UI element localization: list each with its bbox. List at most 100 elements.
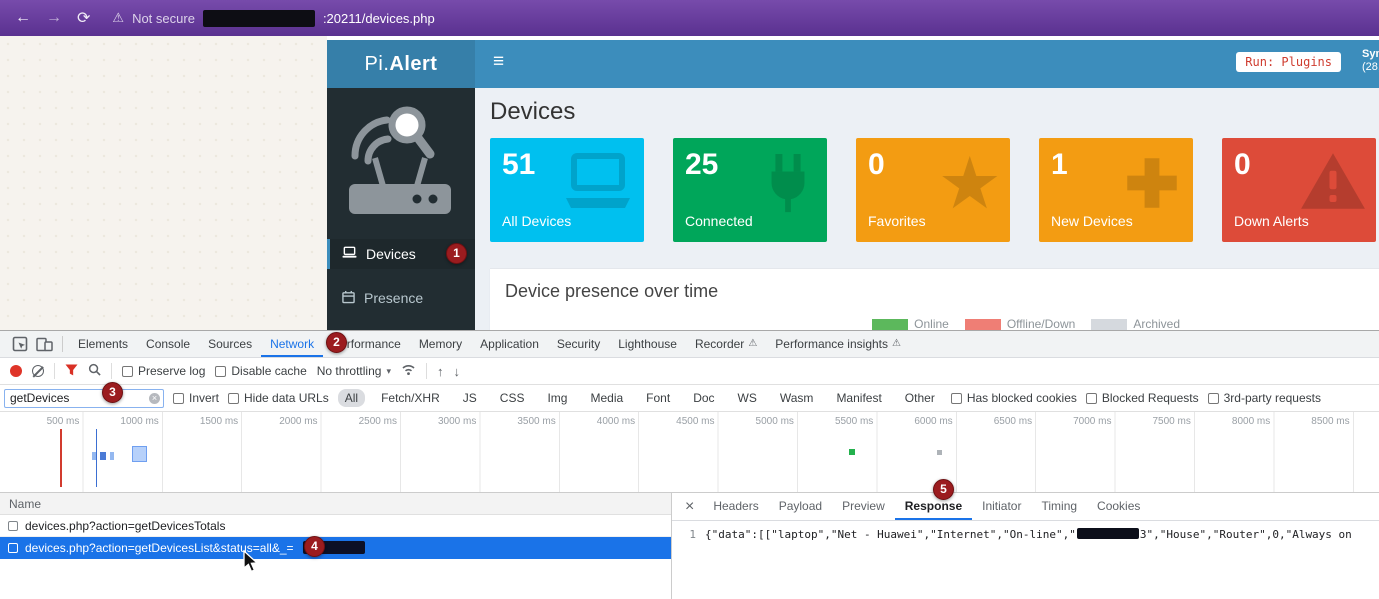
- request-checkbox-icon[interactable]: [8, 543, 18, 553]
- sidebar-item-label: Presence: [364, 290, 423, 306]
- preserve-log-checkbox[interactable]: Preserve log: [122, 364, 205, 378]
- not-secure-label[interactable]: Not secure: [132, 11, 195, 26]
- time-label: 500 ms: [4, 416, 83, 427]
- card-all-devices[interactable]: 51 All Devices: [490, 138, 644, 242]
- tab-preview[interactable]: Preview: [832, 493, 895, 520]
- card-new-devices[interactable]: 1 New Devices: [1039, 138, 1193, 242]
- tab-memory[interactable]: Memory: [410, 331, 471, 357]
- domcontentloaded-marker: [96, 429, 97, 487]
- hide-data-urls-checkbox[interactable]: Hide data URLs: [228, 391, 329, 405]
- tab-application[interactable]: Application: [471, 331, 548, 357]
- search-icon[interactable]: [88, 363, 101, 379]
- filter-type-manifest[interactable]: Manifest: [829, 389, 888, 407]
- filter-type-ws[interactable]: WS: [731, 389, 764, 407]
- tab-initiator[interactable]: Initiator: [972, 493, 1031, 520]
- time-label: 1000 ms: [83, 416, 162, 427]
- request-checkbox-icon[interactable]: [8, 521, 18, 531]
- filter-type-img[interactable]: Img: [540, 389, 574, 407]
- tab-timing[interactable]: Timing: [1031, 493, 1087, 520]
- chevron-down-icon: ▾: [386, 366, 391, 377]
- checkbox-label: Hide data URLs: [244, 391, 329, 405]
- filter-type-js[interactable]: JS: [456, 389, 484, 407]
- time-label: 3500 ms: [480, 416, 559, 427]
- tab-payload[interactable]: Payload: [769, 493, 832, 520]
- timeline-labels: 500 ms 1000 ms 1500 ms 2000 ms 2500 ms 3…: [0, 412, 1379, 427]
- card-favorites[interactable]: 0 Favorites ★: [856, 138, 1010, 242]
- annotation-step-4: 4: [304, 536, 325, 557]
- legend-swatch: [1091, 319, 1127, 330]
- filter-type-css[interactable]: CSS: [493, 389, 532, 407]
- time-label: 2000 ms: [242, 416, 321, 427]
- warning-icon: ⚠: [112, 10, 124, 26]
- app-topbar: Pi.Alert ≡ Run: Plugins Sym (28,: [327, 40, 1379, 88]
- refresh-icon[interactable]: ⟳: [77, 8, 90, 28]
- tab-lighthouse[interactable]: Lighthouse: [609, 331, 686, 357]
- network-conditions-icon[interactable]: [401, 363, 416, 379]
- network-filter-input[interactable]: [4, 389, 164, 408]
- run-plugins-button[interactable]: Run: Plugins: [1236, 52, 1341, 72]
- column-name-header[interactable]: Name: [0, 493, 671, 515]
- filter-type-all[interactable]: All: [338, 389, 365, 407]
- response-body[interactable]: 1 {"data":[["laptop","Net - Huawei","Int…: [672, 521, 1379, 541]
- tab-headers[interactable]: Headers: [703, 493, 768, 520]
- experiment-icon: ⚠: [892, 331, 901, 357]
- device-toolbar-icon[interactable]: [32, 337, 56, 352]
- invert-checkbox[interactable]: Invert: [173, 391, 219, 405]
- sidebar-item-presence[interactable]: Presence: [327, 283, 475, 313]
- request-bar: [92, 452, 96, 460]
- throttling-select[interactable]: No throttling ▾: [317, 364, 391, 378]
- user-info[interactable]: Sym (28,: [1362, 48, 1379, 74]
- request-row-get-totals[interactable]: devices.php?action=getDevicesTotals: [0, 515, 671, 537]
- legend-online[interactable]: Online: [872, 317, 949, 330]
- tab-network[interactable]: Network: [261, 331, 323, 357]
- time-label: 7500 ms: [1115, 416, 1194, 427]
- line-number: 1: [672, 528, 696, 541]
- clear-icon[interactable]: [32, 365, 44, 377]
- card-connected[interactable]: 25 Connected: [673, 138, 827, 242]
- disable-cache-checkbox[interactable]: Disable cache: [215, 364, 306, 378]
- import-har-icon[interactable]: ↑: [437, 364, 444, 379]
- record-button[interactable]: [10, 365, 22, 377]
- tab-performance-insights[interactable]: Performance insights ⚠: [766, 331, 910, 357]
- tab-recorder[interactable]: Recorder ⚠: [686, 331, 766, 357]
- tab-sources[interactable]: Sources: [199, 331, 261, 357]
- card-down-alerts[interactable]: 0 Down Alerts: [1222, 138, 1376, 242]
- tab-label: Performance insights: [775, 331, 888, 357]
- screenshot-root: ← → ⟳ ⚠ Not secure :20211/devices.php Pi…: [0, 0, 1379, 599]
- app-content: Devices 51 All Devices 25 Connected: [475, 88, 1379, 330]
- legend-swatch: [872, 319, 908, 330]
- request-detail-panel: × Headers Payload Preview Response Initi…: [672, 493, 1379, 599]
- filter-type-wasm[interactable]: Wasm: [773, 389, 821, 407]
- filter-type-doc[interactable]: Doc: [686, 389, 721, 407]
- checkbox-icon: [1208, 393, 1219, 404]
- filter-type-font[interactable]: Font: [639, 389, 677, 407]
- back-icon[interactable]: ←: [15, 9, 31, 27]
- browser-toolbar: ← → ⟳ ⚠ Not secure :20211/devices.php: [0, 0, 1379, 36]
- tab-security[interactable]: Security: [548, 331, 609, 357]
- filter-icon[interactable]: [65, 364, 78, 379]
- network-overview-timeline[interactable]: 500 ms 1000 ms 1500 ms 2000 ms 2500 ms 3…: [0, 412, 1379, 493]
- time-label: 1500 ms: [163, 416, 242, 427]
- filter-type-other[interactable]: Other: [898, 389, 942, 407]
- tab-console[interactable]: Console: [137, 331, 199, 357]
- app-logo[interactable]: Pi.Alert: [327, 40, 475, 88]
- filter-type-media[interactable]: Media: [583, 389, 630, 407]
- tab-elements[interactable]: Elements: [69, 331, 137, 357]
- inspect-icon[interactable]: [8, 336, 32, 352]
- legend-archived[interactable]: Archived: [1091, 317, 1180, 330]
- forward-icon[interactable]: →: [46, 9, 62, 27]
- third-party-requests-checkbox[interactable]: 3rd-party requests: [1208, 391, 1321, 405]
- clear-filter-icon[interactable]: ×: [149, 393, 160, 404]
- blocked-requests-checkbox[interactable]: Blocked Requests: [1086, 391, 1199, 405]
- address-bar[interactable]: ⚠ Not secure :20211/devices.php: [112, 10, 434, 27]
- menu-toggle-icon[interactable]: ≡: [493, 51, 504, 73]
- has-blocked-cookies-checkbox[interactable]: Has blocked cookies: [951, 391, 1077, 405]
- export-har-icon[interactable]: ↓: [453, 364, 460, 379]
- plug-icon: [757, 150, 819, 225]
- legend-offline[interactable]: Offline/Down: [965, 317, 1075, 330]
- tab-cookies[interactable]: Cookies: [1087, 493, 1150, 520]
- close-icon[interactable]: ×: [676, 498, 703, 516]
- filter-type-fetch-xhr[interactable]: Fetch/XHR: [374, 389, 447, 407]
- tab-response[interactable]: Response: [895, 493, 972, 520]
- request-row-get-devices-list[interactable]: devices.php?action=getDevicesList&status…: [0, 537, 671, 559]
